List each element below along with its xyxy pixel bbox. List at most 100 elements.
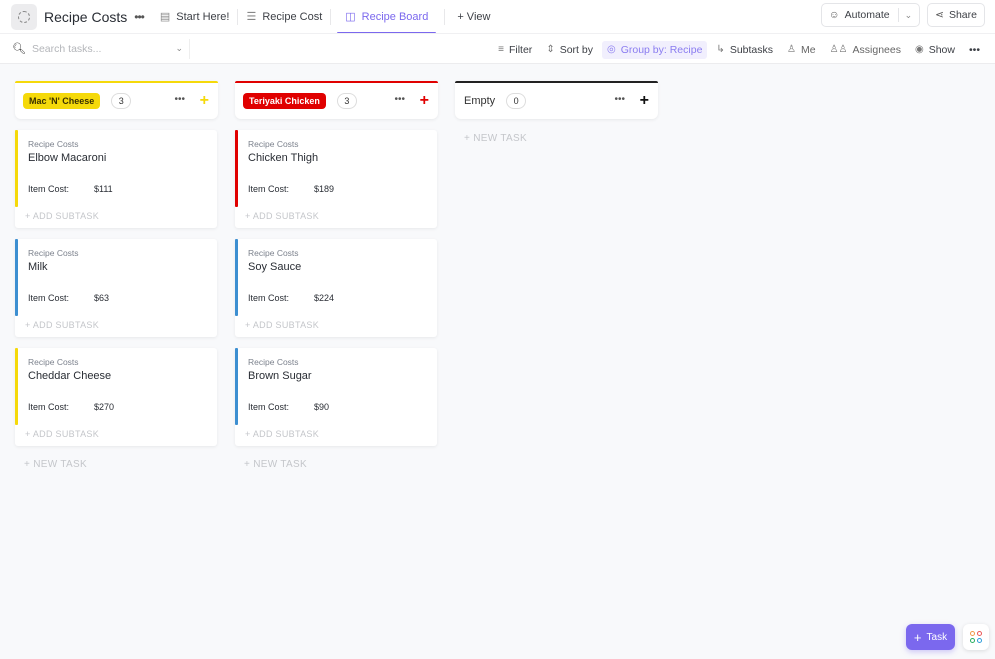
card-title[interactable]: Soy Sauce	[248, 261, 301, 273]
item-cost-value[interactable]: $270	[94, 402, 114, 412]
view-toolbar: 🔍︎ Search tasks... ⌄ ≡ Filter ⇕ Sort by ◎ G…	[0, 33, 995, 64]
task-card[interactable]: Recipe Costs Elbow Macaroni Item Cost: $…	[15, 130, 217, 228]
add-subtask-button[interactable]: + ADD SUBTASK	[245, 429, 319, 439]
show-label: Show	[928, 43, 955, 56]
card-title[interactable]: Chicken Thigh	[248, 152, 318, 164]
me-label: Me	[800, 43, 816, 56]
task-count-badge: 0	[506, 93, 527, 109]
automate-button[interactable]: ☺ Automate ⌄	[820, 3, 921, 27]
status-color-bar	[235, 130, 238, 207]
sort-button[interactable]: ⇕ Sort by	[541, 41, 598, 59]
more-options-button[interactable]: •••	[964, 41, 985, 59]
column-header: Empty 0 ••• +	[455, 81, 658, 119]
new-task-button[interactable]: + NEW TASK	[24, 459, 218, 470]
share-label: Share	[948, 9, 977, 21]
chevron-down-icon[interactable]: ⌄	[905, 10, 913, 21]
subtasks-label: Subtasks	[729, 43, 774, 56]
task-card[interactable]: Recipe Costs Milk Item Cost: $63 + ADD S…	[15, 239, 217, 337]
column-header: Mac 'N' Cheese 3 ••• +	[15, 81, 218, 119]
column-header: Teriyaki Chicken 3 ••• +	[235, 81, 438, 119]
show-button[interactable]: ◉ Show	[910, 41, 960, 59]
list-icon: ☰	[246, 11, 257, 23]
tab-recipe-cost[interactable]: ☰ Recipe Cost	[238, 0, 330, 33]
filter-label: Filter	[508, 43, 533, 56]
new-task-button[interactable]: + NEW TASK	[464, 133, 658, 144]
item-cost-value[interactable]: $224	[314, 293, 334, 303]
tab-label: Start Here!	[176, 10, 230, 23]
filter-button[interactable]: ≡ Filter	[493, 41, 537, 59]
item-cost-value[interactable]: $63	[94, 293, 109, 303]
search-placeholder: Search tasks...	[31, 42, 102, 55]
tab-start-here[interactable]: ▤ Start Here!	[152, 0, 238, 33]
apps-dot-icon	[970, 631, 975, 636]
apps-dot-icon	[970, 638, 975, 643]
card-list-name: Recipe Costs	[248, 357, 299, 367]
add-subtask-button[interactable]: + ADD SUBTASK	[25, 211, 99, 221]
add-subtask-button[interactable]: + ADD SUBTASK	[245, 211, 319, 221]
fab-label: Task	[926, 631, 948, 643]
add-subtask-button[interactable]: + ADD SUBTASK	[245, 320, 319, 330]
group-label-pill[interactable]: Mac 'N' Cheese	[23, 93, 101, 109]
task-card[interactable]: Recipe Costs Soy Sauce Item Cost: $224 +…	[235, 239, 437, 337]
item-cost-value[interactable]: $111	[94, 184, 113, 194]
apps-grid-button[interactable]	[963, 624, 989, 650]
column-more-button[interactable]: •••	[174, 94, 185, 105]
card-title[interactable]: Brown Sugar	[248, 370, 312, 382]
card-title[interactable]: Cheddar Cheese	[28, 370, 111, 382]
new-task-fab[interactable]: + Task	[906, 624, 955, 650]
doc-icon: ▤	[159, 11, 171, 23]
chevron-down-icon[interactable]: ⌄	[175, 43, 183, 54]
add-subtask-button[interactable]: + ADD SUBTASK	[25, 320, 99, 330]
new-task-button[interactable]: + NEW TASK	[244, 459, 438, 470]
card-list-name: Recipe Costs	[248, 248, 299, 258]
search-input[interactable]: 🔍︎ Search tasks... ⌄	[12, 38, 190, 59]
column-more-button[interactable]: •••	[394, 94, 405, 105]
group-by-button[interactable]: ◎ Group by: Recipe	[601, 40, 708, 59]
task-card[interactable]: Recipe Costs Chicken Thigh Item Cost: $1…	[235, 130, 437, 228]
search-icon: 🔍︎	[12, 43, 26, 55]
status-color-bar	[15, 348, 18, 425]
group-label: Empty	[464, 95, 496, 107]
task-card[interactable]: Recipe Costs Cheddar Cheese Item Cost: $…	[15, 348, 217, 446]
divider	[330, 8, 332, 25]
status-color-bar	[15, 239, 18, 316]
space-icon[interactable]	[11, 3, 37, 30]
apps-dot-icon	[977, 631, 982, 636]
divider	[444, 8, 446, 25]
add-subtask-button[interactable]: + ADD SUBTASK	[25, 429, 99, 439]
add-task-icon[interactable]: +	[640, 92, 649, 110]
share-button[interactable]: ⋖ Share	[927, 3, 985, 27]
top-bar: Recipe Costs ••• ▤ Start Here! ☰ Recipe …	[0, 0, 995, 34]
column-more-button[interactable]: •••	[614, 94, 625, 105]
add-view-button[interactable]: + View	[449, 0, 498, 33]
board: Mac 'N' Cheese 3 ••• + Recipe Costs Elbo…	[15, 81, 658, 470]
page-title: Recipe Costs	[44, 8, 128, 25]
group-label: Group by: Recipe	[620, 43, 703, 56]
me-button[interactable]: ♙ Me	[782, 41, 821, 59]
subtasks-button[interactable]: ↳ Subtasks	[711, 41, 778, 59]
assignees-button[interactable]: ♙♙ Assignees	[825, 41, 906, 59]
card-title[interactable]: Elbow Macaroni	[28, 152, 106, 164]
title-more-button[interactable]: •••	[134, 10, 145, 24]
share-icon: ⋖	[935, 9, 944, 21]
apps-dot-icon	[977, 638, 982, 643]
tab-label: Recipe Cost	[262, 10, 323, 23]
item-cost-label: Item Cost:	[28, 184, 70, 194]
plus-icon: +	[913, 629, 922, 645]
add-task-icon[interactable]: +	[200, 92, 209, 110]
group-label-pill[interactable]: Teriyaki Chicken	[243, 93, 326, 109]
item-cost-label: Item Cost:	[28, 293, 70, 303]
add-task-icon[interactable]: +	[420, 92, 429, 110]
board-column: Mac 'N' Cheese 3 ••• + Recipe Costs Elbo…	[15, 81, 218, 470]
card-title[interactable]: Milk	[28, 261, 48, 273]
item-cost-value[interactable]: $90	[314, 402, 329, 412]
item-cost-value[interactable]: $189	[314, 184, 334, 194]
task-card[interactable]: Recipe Costs Brown Sugar Item Cost: $90 …	[235, 348, 437, 446]
automate-label: Automate	[844, 9, 890, 21]
task-count-badge: 3	[111, 93, 132, 109]
status-color-bar	[235, 239, 238, 316]
robot-icon: ☺	[828, 9, 840, 21]
assignees-label: Assignees	[852, 43, 901, 56]
tab-recipe-board[interactable]: ◫ Recipe Board	[337, 0, 437, 34]
layers-icon: ◎	[606, 44, 616, 55]
